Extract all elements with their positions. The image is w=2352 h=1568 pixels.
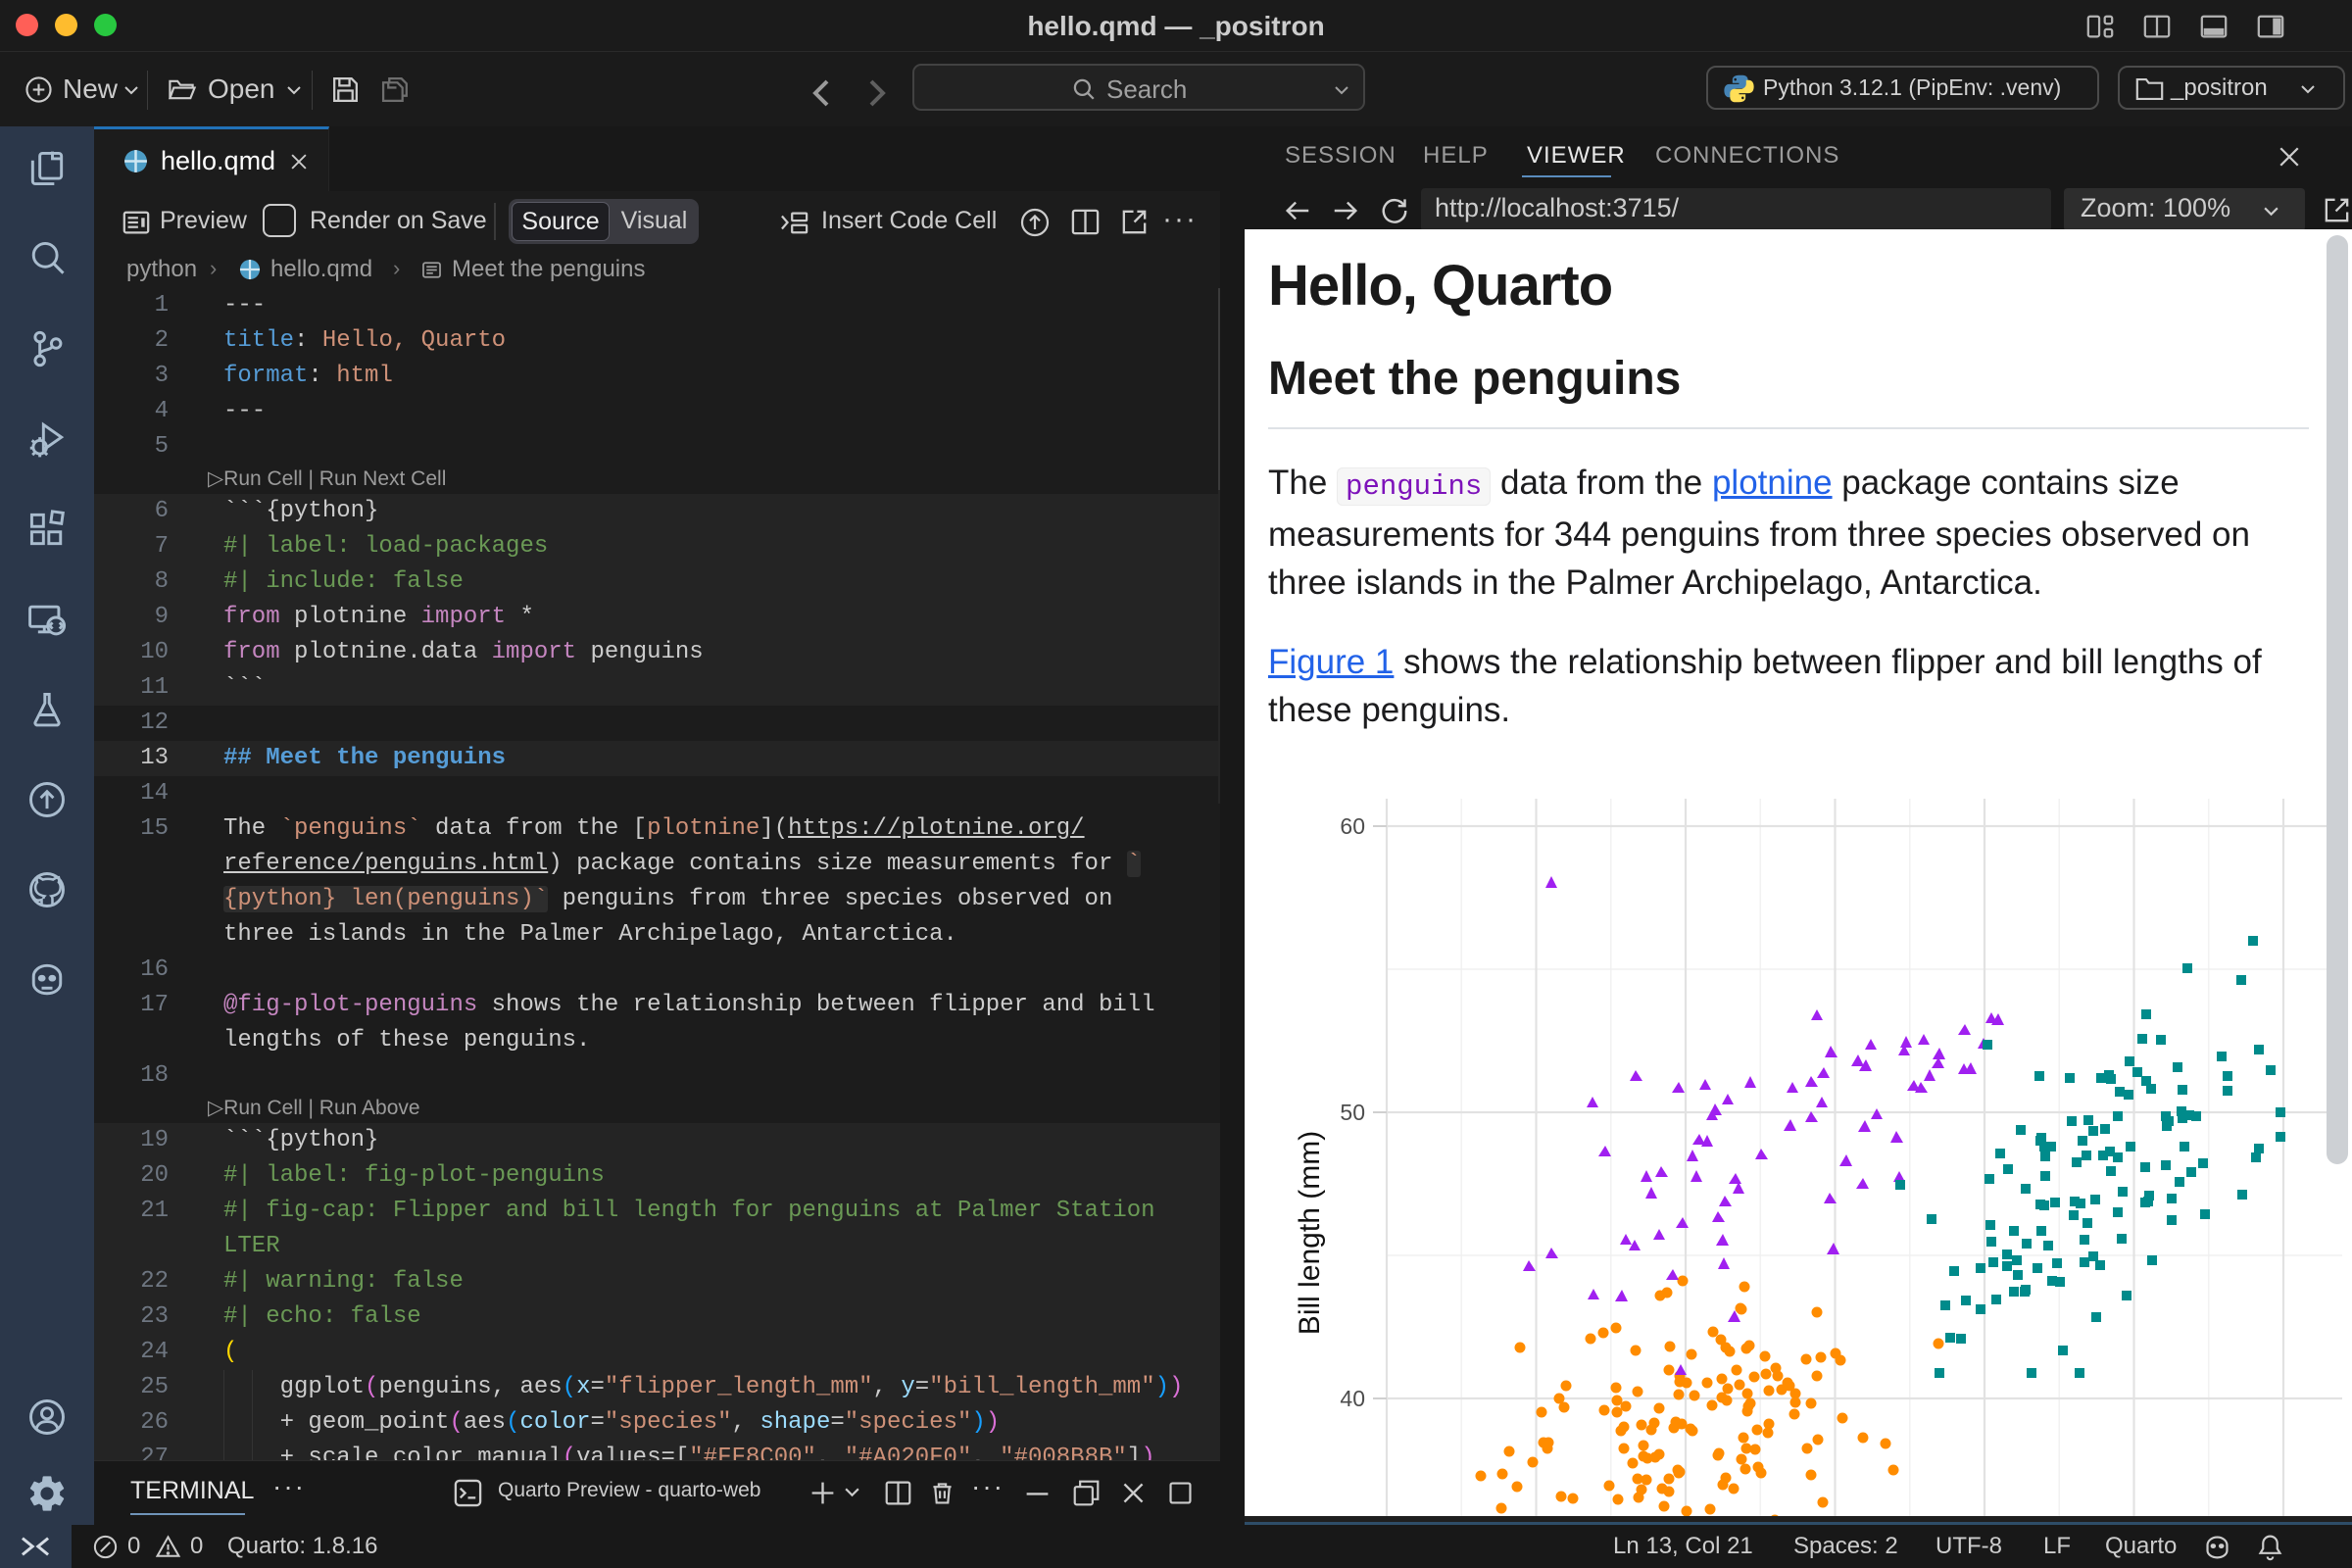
svg-text:50: 50 [1340,1100,1365,1125]
svg-text:Bill length (mm): Bill length (mm) [1294,1131,1326,1335]
svg-text:40: 40 [1340,1386,1365,1411]
svg-text:60: 60 [1340,813,1365,839]
